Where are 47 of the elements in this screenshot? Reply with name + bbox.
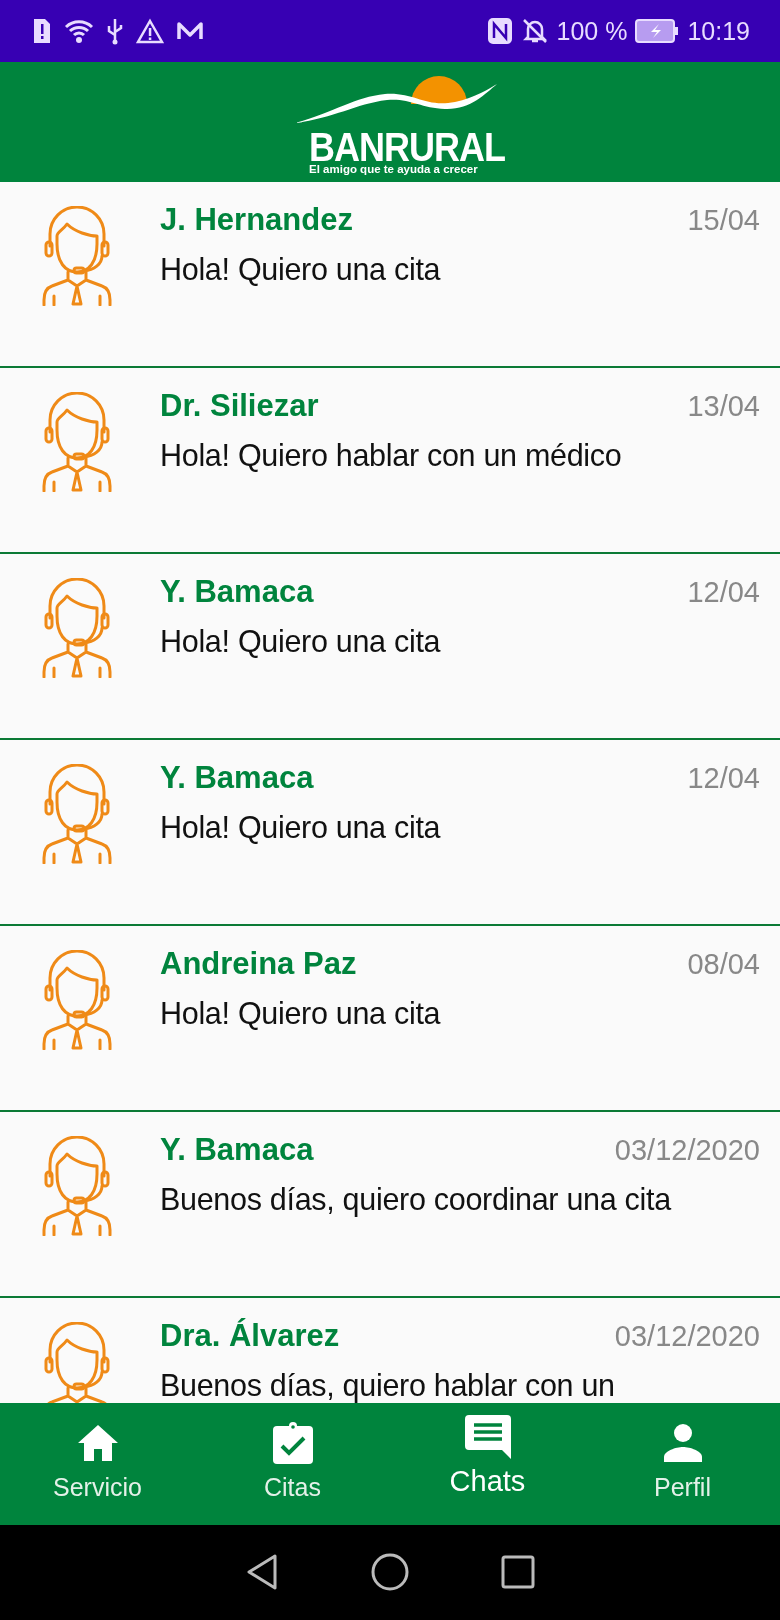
message-date: 08/04 [687, 948, 760, 981]
message-date: 12/04 [687, 576, 760, 609]
wifi-icon [64, 18, 94, 44]
contact-name: Dra. Álvarez [160, 1318, 340, 1354]
contact-name: Y. Bamaca [160, 760, 314, 796]
message-date: 03/12/2020 [614, 1320, 760, 1353]
contact-name: Y. Bamaca [160, 574, 314, 610]
contact-name: Y. Bamaca [160, 1132, 314, 1168]
agent-headset-icon [40, 1136, 114, 1236]
agent-headset-icon [40, 950, 114, 1050]
agent-headset-icon [40, 206, 114, 306]
nav-tab[interactable]: Chats [390, 1403, 585, 1525]
recents-icon[interactable] [501, 1554, 535, 1589]
nav-tab[interactable]: Perfil [585, 1403, 780, 1525]
nfc-icon [486, 17, 513, 45]
battery-percent: 100 % [556, 16, 628, 46]
nav-tab[interactable]: Servicio [0, 1403, 195, 1525]
battery-charging-icon [635, 19, 680, 43]
warning-icon [136, 18, 164, 44]
sim-alert-icon [32, 17, 52, 45]
message-preview: Hola! Quiero una cita [160, 809, 442, 846]
message-date: 03/12/2020 [614, 1134, 760, 1167]
agent-headset-icon [40, 764, 114, 864]
agent-headset-icon [40, 392, 114, 492]
chat-bubble-icon [464, 1415, 511, 1459]
message-preview: Hola! Quiero hablar con un médico [160, 437, 623, 474]
mail-icon [176, 20, 204, 42]
clipboard-check-icon [272, 1421, 313, 1465]
bell-muted-icon [520, 17, 549, 45]
usb-icon [106, 17, 124, 45]
home-circle-icon[interactable] [371, 1552, 409, 1591]
contact-name: Dr. Siliezar [160, 388, 319, 424]
contact-name: J. Hernandez [160, 202, 353, 238]
clock-time: 10:19 [687, 16, 750, 46]
nav-tab[interactable]: Citas [195, 1403, 390, 1525]
message-preview: Hola! Quiero una cita [160, 251, 442, 288]
message-preview: Buenos días, quiero hablar con un [160, 1367, 616, 1403]
back-icon[interactable] [245, 1552, 279, 1591]
message-preview: Buenos días, quiero coordinar una cita [160, 1181, 673, 1218]
message-preview: Hola! Quiero una cita [160, 623, 442, 660]
message-date: 15/04 [687, 204, 760, 237]
message-date: 12/04 [687, 762, 760, 795]
agent-headset-icon [40, 578, 114, 678]
message-date: 13/04 [687, 390, 760, 423]
contact-name: Andreina Paz [160, 946, 357, 982]
person-icon [663, 1421, 702, 1465]
message-preview: Hola! Quiero una cita [160, 995, 442, 1032]
